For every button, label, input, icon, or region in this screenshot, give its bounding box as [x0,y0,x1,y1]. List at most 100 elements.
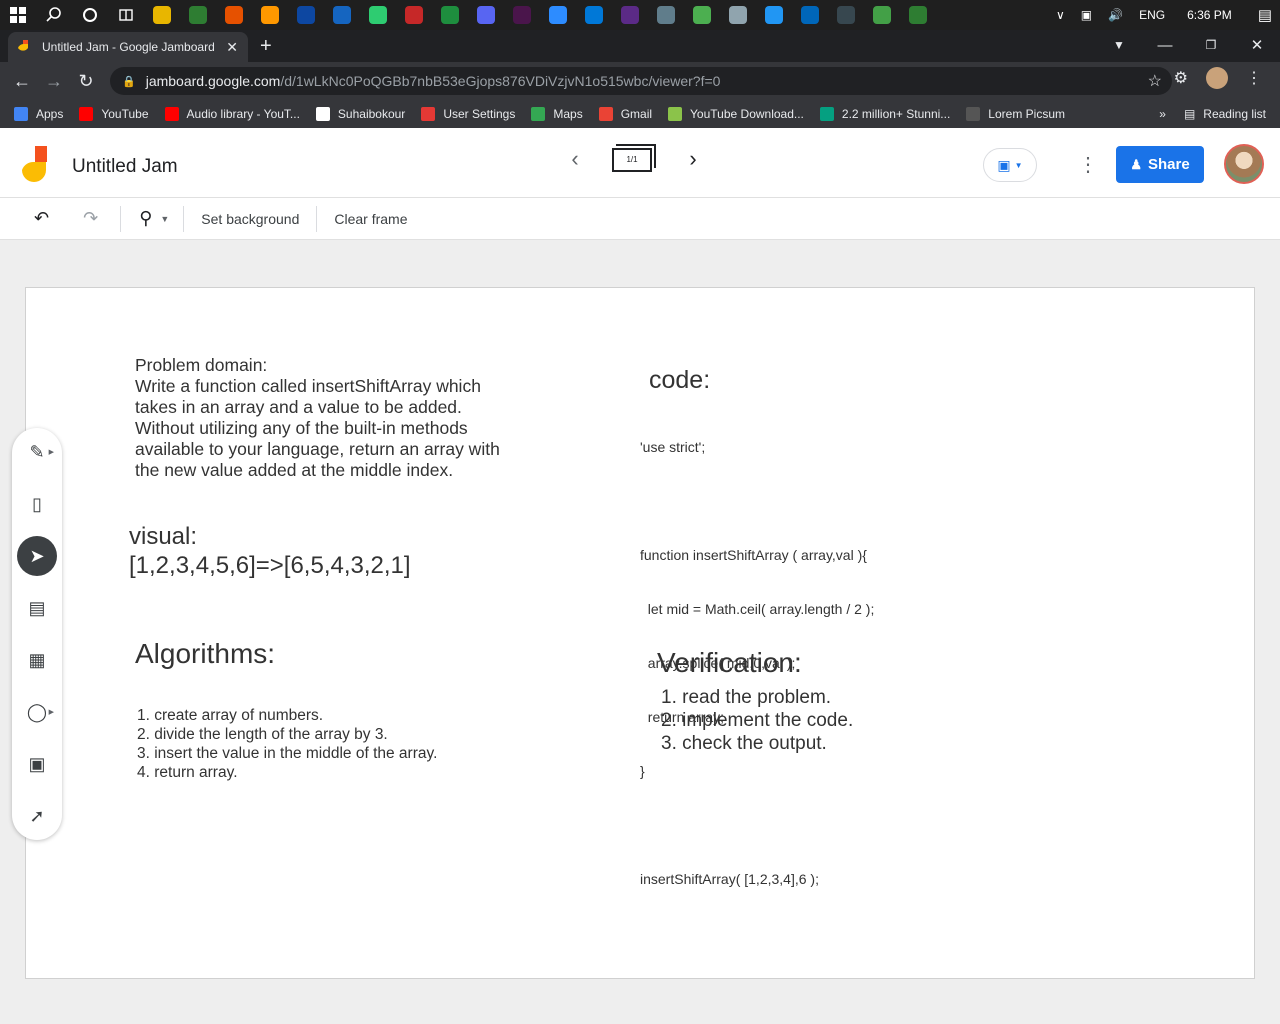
bookmark-star-icon[interactable]: ☆ [1148,71,1162,91]
jam-title[interactable]: Untitled Jam [72,156,178,178]
frame-navigator: ‹ 1/1 › [560,144,708,174]
problem-domain-text[interactable]: Problem domain: Write a function called … [135,355,500,481]
tab-close-icon[interactable]: ✕ [226,39,238,56]
taskbar-app-icon[interactable] [585,6,603,24]
windows-start-icon[interactable] [7,4,29,26]
taskbar-app-icon[interactable] [369,6,387,24]
account-avatar[interactable] [1224,144,1264,184]
zoom-dropdown-icon[interactable]: ▼ [160,214,169,224]
jamboard-logo-icon[interactable] [22,146,50,184]
jam-canvas[interactable]: Problem domain: Write a function called … [25,287,1255,979]
jamboard-header: Untitled Jam ‹ 1/1 › ▣ ▼ ⋮ ♟ Share [0,128,1280,198]
bookmark-item[interactable]: Lorem Picsum [966,107,1065,121]
close-window-icon[interactable]: ✕ [1234,36,1280,54]
taskbar-app-icon[interactable] [333,6,351,24]
bookmark-item[interactable]: Audio library - YouT... [164,107,300,121]
bookmark-item[interactable]: Apps [14,107,63,121]
frame-bar-toggle[interactable]: 1/1 [612,144,656,174]
bookmark-item[interactable]: User Settings [421,107,515,121]
taskbar-app-icon[interactable] [729,6,747,24]
taskbar-app-icon[interactable] [549,6,567,24]
set-background-button[interactable]: Set background [201,211,299,227]
cortana-icon[interactable] [79,4,101,26]
zoom-icon[interactable]: ⚲ [139,208,152,229]
taskbar-app-icon[interactable] [261,6,279,24]
laser-tool-icon[interactable]: ➚ [17,796,57,836]
share-button[interactable]: ♟ Share [1116,146,1204,183]
task-view-icon[interactable] [115,4,137,26]
taskbar-app-icon[interactable] [621,6,639,24]
network-icon[interactable]: ▣ [1081,8,1092,22]
browser-actions: ⚙ ⋮ [1164,67,1272,89]
taskbar-app-icon[interactable] [801,6,819,24]
taskbar-app-icon[interactable] [765,6,783,24]
present-button[interactable]: ▣ ▼ [983,148,1037,182]
more-options-icon[interactable]: ⋮ [1078,152,1098,177]
select-tool-icon[interactable]: ➤ [17,536,57,576]
code-heading[interactable]: code: [649,366,710,395]
shape-tool-icon[interactable]: ◯ ▶ [17,692,57,732]
taskbar-app-icon[interactable] [513,6,531,24]
code-line: insertShiftArray( [1,2,3,4],6 ); [640,871,819,887]
taskbar-app-icon[interactable] [657,6,675,24]
bookmark-item[interactable]: Gmail [598,107,652,121]
forward-icon[interactable]: → [38,71,70,92]
notification-icon[interactable]: ▤ [1258,6,1272,24]
bookmark-item[interactable]: YouTube Download... [668,107,804,121]
taskbar-app-icon[interactable] [873,6,891,24]
text-box-tool-icon[interactable]: ▣ [17,744,57,784]
minimize-icon[interactable]: — [1142,37,1188,54]
eraser-tool-icon[interactable]: ▯ [17,484,57,524]
browser-menu-icon[interactable]: ⋮ [1246,68,1262,88]
clock[interactable]: 6:36 PM [1187,8,1232,22]
bookmark-item[interactable]: YouTube [79,107,149,121]
language-indicator[interactable]: ENG [1139,8,1165,22]
taskbar-app-icon[interactable] [477,6,495,24]
visual-text[interactable]: visual: [1,2,3,4,5,6]=>[6,5,4,3,2,1] [129,522,411,580]
new-tab-icon[interactable]: + [260,35,272,58]
undo-icon[interactable]: ↶ [34,208,49,229]
reading-list-icon[interactable]: ▤ [1184,107,1195,121]
image-tool-icon[interactable]: ▦ [17,640,57,680]
clear-frame-button[interactable]: Clear frame [334,211,407,227]
pen-tool-icon[interactable]: ✎ ▶ [17,432,57,472]
taskbar-app-icon[interactable] [693,6,711,24]
window-controls: ▼ — ❐ ✕ [1096,30,1280,60]
verification-heading[interactable]: Verification: [657,647,802,679]
taskbar-app-icon[interactable] [405,6,423,24]
taskbar-app-icon[interactable] [225,6,243,24]
person-icon: ♟ [1130,156,1142,172]
previous-frame-icon[interactable]: ‹ [560,146,590,172]
volume-icon[interactable]: 🔊 [1108,8,1123,22]
taskbar-app-icon[interactable] [909,6,927,24]
restore-icon[interactable]: ❐ [1188,38,1234,52]
sticky-note-tool-icon[interactable]: ▤ [17,588,57,628]
taskbar-app-icon[interactable] [441,6,459,24]
extensions-icon[interactable]: ⚙ [1174,68,1188,88]
bookmark-item[interactable]: Maps [531,107,583,121]
back-icon[interactable]: ← [6,71,38,92]
browser-profile-avatar[interactable] [1206,67,1228,89]
next-frame-icon[interactable]: › [678,146,708,172]
toolbar-divider [120,205,122,232]
algorithms-heading[interactable]: Algorithms: [135,638,275,670]
algorithms-list[interactable]: 1. create array of numbers. 2. divide th… [137,706,437,782]
tray-chevron-icon[interactable]: ∨ [1056,8,1065,22]
bookmark-item[interactable]: Suhaibokour [315,107,405,121]
bookmark-item[interactable]: 2.2 million+ Stunni... [819,107,950,121]
taskbar-app-icon[interactable] [837,6,855,24]
search-icon[interactable] [43,4,65,26]
tab-jamboard[interactable]: Untitled Jam - Google Jamboard ✕ [8,32,248,62]
bookmarks-overflow-button[interactable]: » [1159,107,1166,121]
redo-icon[interactable]: ↷ [83,208,98,229]
taskbar-app-icon[interactable] [297,6,315,24]
taskbar-app-icon[interactable] [153,6,171,24]
tab-search-icon[interactable]: ▼ [1096,38,1142,52]
reading-list-button[interactable]: Reading list [1203,107,1266,121]
bookmark-label: Maps [553,107,583,121]
address-bar[interactable]: 🔒 jamboard.google.com /d/1wLkNc0PoQGBb7n… [110,67,1172,95]
reload-icon[interactable]: ↻ [70,71,102,92]
taskbar-app-icon[interactable] [189,6,207,24]
verification-list[interactable]: 1. read the problem. 2. implement the co… [661,686,853,755]
lock-icon[interactable]: 🔒 [122,75,136,88]
